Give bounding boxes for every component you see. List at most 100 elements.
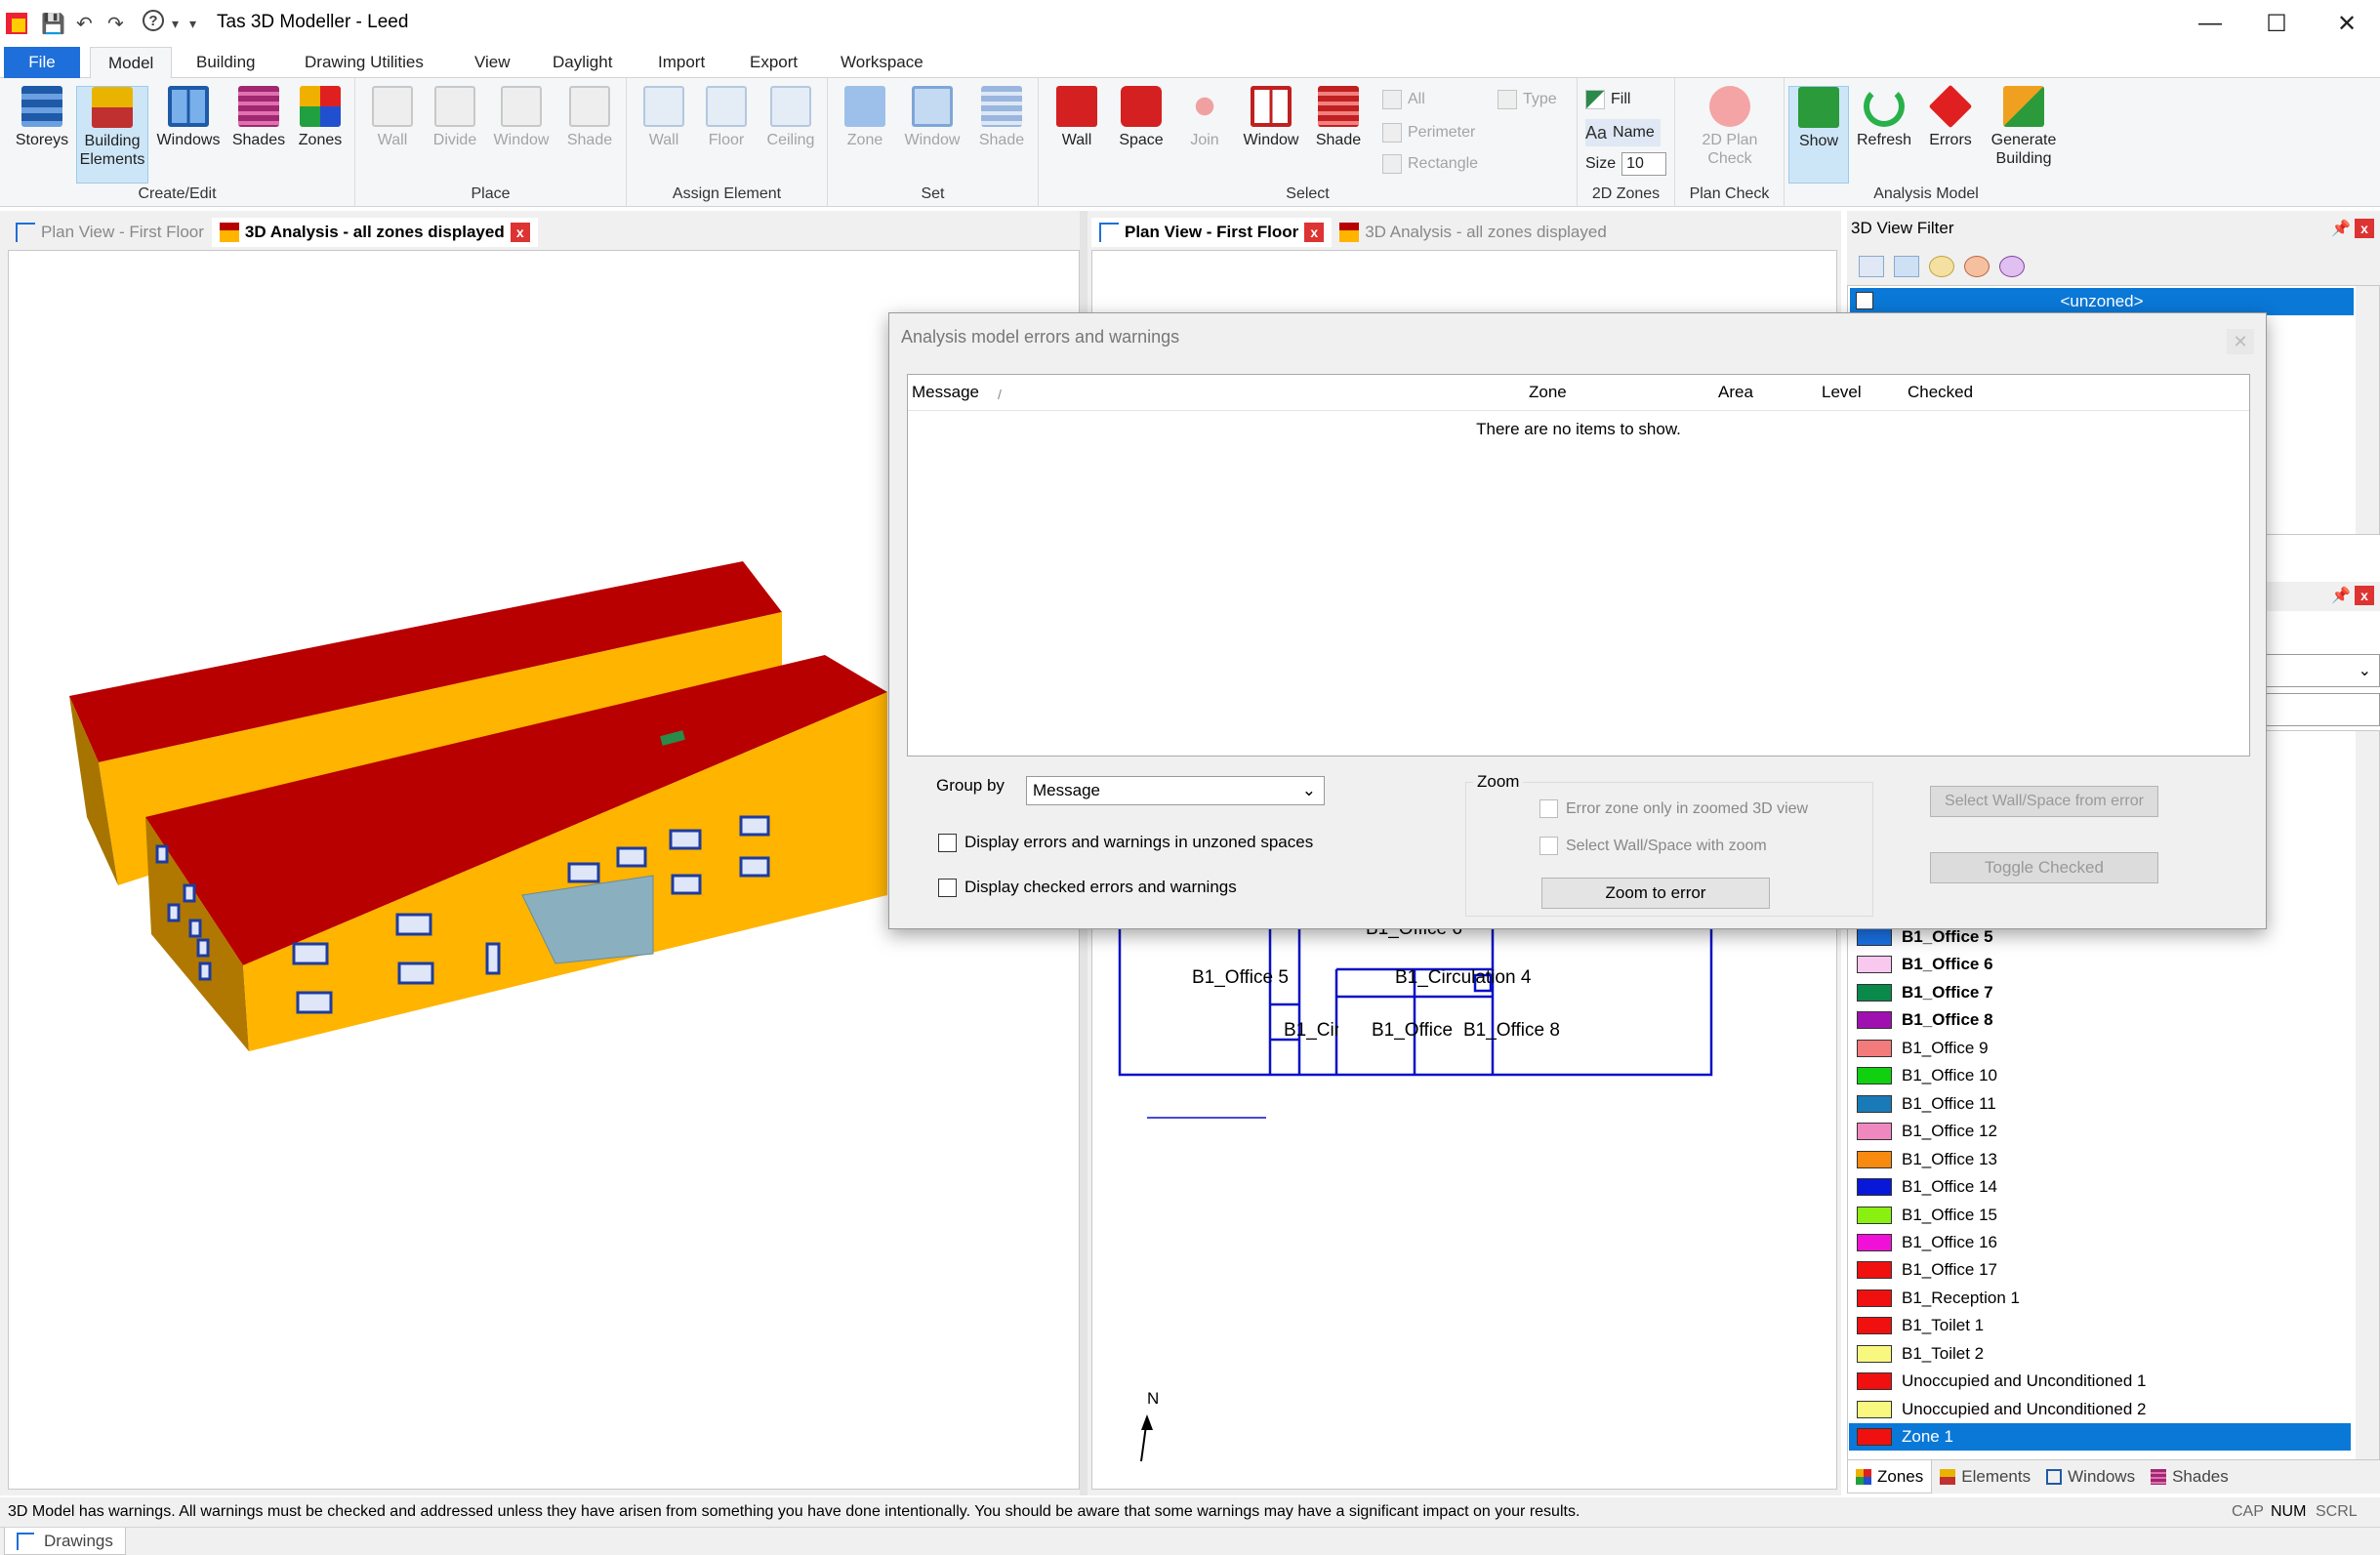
tab-shades[interactable]: Shades	[2143, 1460, 2236, 1494]
zone-list-item[interactable]: B1_Office 10	[1849, 1062, 2351, 1089]
zone-list-item[interactable]: B1_Office 11	[1849, 1090, 2351, 1118]
redo-icon[interactable]: ↷	[107, 10, 124, 37]
checkbox-box[interactable]	[1539, 837, 1558, 855]
select-window-button[interactable]: Window	[1236, 86, 1306, 149]
tab-import[interactable]: Import	[640, 47, 722, 78]
place-shade-button[interactable]: Shade	[558, 86, 621, 149]
select-perimeter-button[interactable]: Perimeter	[1382, 119, 1475, 146]
error-zone-checkbox[interactable]: Error zone only in zoomed 3D view	[1539, 799, 1808, 818]
zone-list-item[interactable]: Unoccupied and Unconditioned 1	[1849, 1368, 2351, 1395]
filter-zones-alt-icon[interactable]	[1964, 256, 1990, 277]
col-area[interactable]: Area	[1718, 383, 1753, 402]
filter-layers-icon[interactable]	[1859, 256, 1884, 277]
select-shade-button[interactable]: Shade	[1308, 86, 1369, 149]
select-all-button[interactable]: All	[1382, 86, 1425, 113]
dialog-close-button[interactable]: ✕	[2227, 329, 2254, 354]
tab-model[interactable]: Model	[90, 47, 173, 79]
zone-list-item[interactable]: B1_Toilet 2	[1849, 1340, 2351, 1368]
zones-pin-icon[interactable]: 📌	[2331, 586, 2351, 605]
maximize-button[interactable]: ☐	[2247, 6, 2306, 41]
zone-list-item[interactable]: B1_Office 6	[1849, 951, 2351, 978]
tab-file[interactable]: File	[4, 47, 80, 78]
mid-tab-3d-analysis[interactable]: 3D Analysis - all zones displayed	[1332, 218, 1615, 247]
storeys-button[interactable]: Storeys	[10, 86, 74, 149]
col-level[interactable]: Level	[1822, 383, 1862, 402]
tab-export[interactable]: Export	[732, 47, 815, 78]
assign-ceiling-button[interactable]: Ceiling	[759, 86, 822, 149]
checkbox-box[interactable]	[1539, 799, 1558, 818]
filter-scrollbar[interactable]	[2356, 286, 2379, 534]
set-zone-button[interactable]: Zone	[836, 86, 894, 149]
show-button[interactable]: Show	[1788, 86, 1849, 184]
col-zone[interactable]: Zone	[1529, 383, 1567, 402]
name-toggle[interactable]: Aa Name	[1585, 119, 1661, 146]
tab-windows[interactable]: Windows	[2038, 1460, 2143, 1494]
undo-icon[interactable]: ↶	[76, 10, 93, 37]
set-window-button[interactable]: Window	[898, 86, 966, 149]
assign-floor-button[interactable]: Floor	[697, 86, 756, 149]
select-rectangle-button[interactable]: Rectangle	[1382, 150, 1478, 178]
filter-elements-icon[interactable]	[1894, 256, 1919, 277]
close-tab-icon[interactable]: x	[510, 223, 530, 242]
close-window-button[interactable]: ✕	[2318, 6, 2376, 41]
drawings-tab[interactable]: Drawings	[4, 1528, 126, 1555]
checkbox-box[interactable]	[938, 878, 957, 897]
zone-list-item[interactable]: B1_Reception 1	[1849, 1285, 2351, 1312]
tab-daylight[interactable]: Daylight	[535, 47, 630, 78]
select-wall-space-button[interactable]: Select Wall/Space from error	[1930, 786, 2158, 817]
refresh-button[interactable]: Refresh	[1851, 86, 1917, 149]
unzoned-errors-checkbox[interactable]: Display errors and warnings in unzoned s…	[938, 833, 1313, 852]
tab-drawing-utilities[interactable]: Drawing Utilities	[287, 47, 441, 78]
zone-list-item[interactable]: Unoccupied and Unconditioned 2	[1849, 1396, 2351, 1423]
windows-button[interactable]: Windows	[150, 86, 226, 149]
zones-close-icon[interactable]: x	[2355, 586, 2374, 605]
fill-toggle[interactable]: Fill	[1585, 86, 1630, 113]
help-dropdown-icon[interactable]: ▾	[172, 10, 179, 37]
filter-groups-icon[interactable]	[1999, 256, 2025, 277]
group-by-select[interactable]: Message ⌄	[1026, 776, 1325, 805]
errors-button[interactable]: Errors	[1919, 84, 1982, 149]
zone-list-item[interactable]: B1_Office 12	[1849, 1118, 2351, 1145]
zone-list-item[interactable]: B1_Office 7	[1849, 979, 2351, 1006]
col-message[interactable]: Message	[912, 383, 979, 402]
help-icon[interactable]: ?	[143, 10, 164, 31]
size-input[interactable]: 10	[1621, 152, 1667, 176]
zone-list-item[interactable]: B1_Office 13	[1849, 1146, 2351, 1173]
close-tab-icon[interactable]: x	[1304, 223, 1325, 242]
zone-list-item[interactable]: B1_Office 9	[1849, 1035, 2351, 1062]
place-wall-button[interactable]: Wall	[363, 86, 422, 149]
generate-building-button[interactable]: Generate Building	[1984, 86, 2064, 168]
close-panel-icon[interactable]: x	[2355, 219, 2374, 238]
save-icon[interactable]: 💾	[41, 10, 65, 37]
filter-zones-icon[interactable]	[1929, 256, 1954, 277]
left-tab-plan-view[interactable]: Plan View - First Floor	[8, 218, 212, 247]
errors-list[interactable]: Message / Zone Area Level Checked There …	[907, 374, 2250, 757]
assign-wall-button[interactable]: Wall	[635, 86, 693, 149]
unzoned-checkbox[interactable]	[1856, 292, 1873, 309]
zone-list-item[interactable]: B1_Office 17	[1849, 1256, 2351, 1284]
select-wall-button[interactable]: Wall	[1046, 86, 1107, 149]
tab-elements[interactable]: Elements	[1932, 1460, 2038, 1494]
tab-zones[interactable]: Zones	[1847, 1460, 1933, 1494]
building-elements-button[interactable]: Building Elements	[76, 86, 148, 184]
left-tab-3d-analysis[interactable]: 3D Analysis - all zones displayed x	[211, 218, 538, 247]
col-checked[interactable]: Checked	[1908, 383, 1973, 402]
checked-errors-checkbox[interactable]: Display checked errors and warnings	[938, 878, 1237, 897]
pin-icon[interactable]: 📌	[2331, 219, 2351, 238]
select-type-button[interactable]: Type	[1498, 86, 1557, 113]
zones-button[interactable]: Zones	[291, 86, 349, 149]
zone-list-item[interactable]: B1_Toilet 1	[1849, 1312, 2351, 1339]
zone-list-item[interactable]: B1_Office 15	[1849, 1202, 2351, 1229]
plan-check-button[interactable]: 2D Plan Check	[1685, 86, 1775, 168]
zone-list-item[interactable]: Zone 1	[1849, 1423, 2351, 1452]
mid-tab-plan-view[interactable]: Plan View - First Floor x	[1091, 218, 1333, 247]
tab-view[interactable]: View	[457, 47, 528, 78]
filter-item-unzoned[interactable]: <unzoned>	[1850, 288, 2354, 315]
zones-scrollbar[interactable]	[2356, 731, 2379, 1459]
select-space-button[interactable]: Space	[1109, 86, 1173, 149]
zoom-to-error-button[interactable]: Zoom to error	[1541, 878, 1770, 909]
minimize-button[interactable]: —	[2181, 6, 2239, 41]
checkbox-box[interactable]	[938, 833, 957, 852]
tab-workspace[interactable]: Workspace	[823, 47, 941, 78]
divide-button[interactable]: Divide	[426, 86, 484, 149]
